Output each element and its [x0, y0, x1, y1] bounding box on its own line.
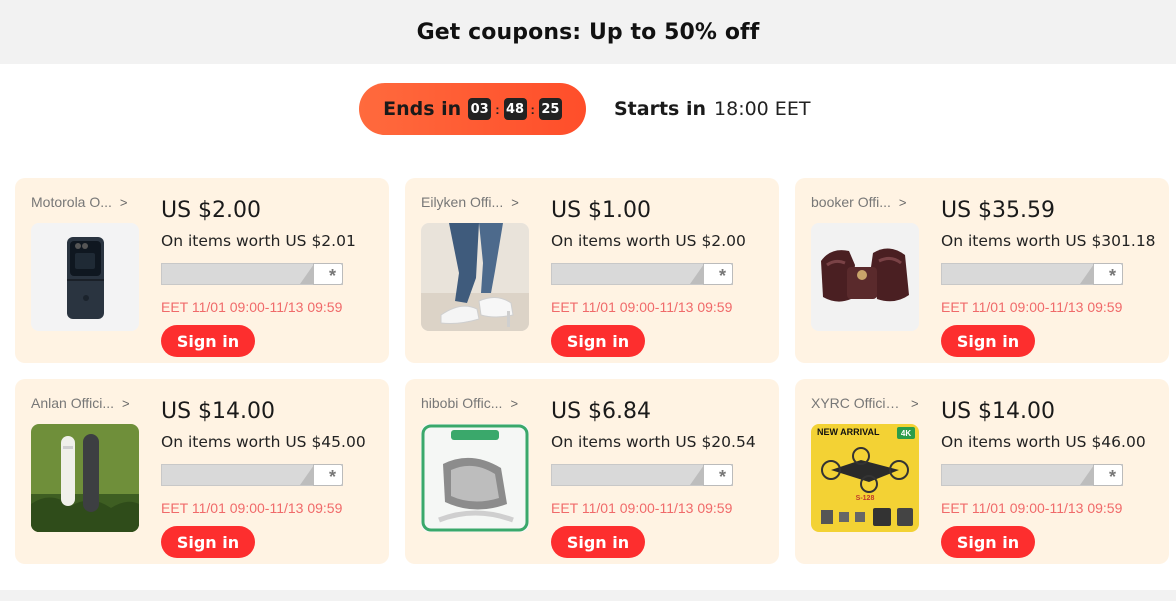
header-bar: Get coupons: Up to 50% off [0, 0, 1176, 64]
coupon-condition: On items worth US $2.00 [551, 232, 746, 250]
sign-in-button[interactable]: Sign in [941, 526, 1035, 558]
store-link[interactable]: booker Offi... > [811, 194, 919, 210]
coupon-card: booker Offi... > US $35.59 On items wort… [795, 178, 1169, 363]
coupon-progress-bar: * [941, 464, 1123, 487]
coupon-validity: EET 11/01 09:00-11/13 09:59 [161, 299, 343, 315]
coupon-value: US $14.00 [161, 399, 276, 424]
drone-image[interactable]: NEW ARRIVAL 4K S-128 [811, 424, 919, 532]
coupon-condition: On items worth US $301.18 [941, 232, 1156, 250]
timer-row: Ends in 03 : 48 : 25 Starts in 18:00 EET [0, 83, 1176, 135]
store-link[interactable]: Eilyken Offi... > [421, 194, 529, 210]
coupon-tag-end: * [300, 464, 343, 487]
coupon-tag-end: * [690, 464, 733, 487]
store-name: Motorola O... [31, 194, 112, 210]
chevron-right-icon: > [511, 194, 519, 210]
chevron-right-icon: > [122, 395, 130, 411]
coupon-tag-end: * [690, 263, 733, 286]
asterisk-icon: * [328, 467, 336, 487]
coupon-card: XYRC Officia... > NEW ARRIVAL 4K S-128 U… [795, 379, 1169, 564]
page-title: Get coupons: Up to 50% off [416, 19, 760, 45]
coupon-card: Motorola O... > US $2.00 On items worth … [15, 178, 389, 363]
timer-separator: : [530, 101, 535, 117]
coupon-condition: On items worth US $46.00 [941, 433, 1146, 451]
coupon-card: hibobi Offic... > US $6.84 On items wort… [405, 379, 779, 564]
coupon-value: US $1.00 [551, 198, 652, 223]
coupon-value: US $14.00 [941, 399, 1056, 424]
store-name: XYRC Officia... [811, 395, 903, 411]
drone-new-arrival-text: NEW ARRIVAL [817, 427, 880, 437]
store-link[interactable]: Motorola O... > [31, 194, 139, 210]
timer-seconds: 25 [538, 98, 562, 120]
coupon-validity: EET 11/01 09:00-11/13 09:59 [941, 299, 1123, 315]
coupon-value: US $2.00 [161, 198, 262, 223]
asterisk-icon: * [1108, 467, 1116, 487]
ends-in-pill[interactable]: Ends in 03 : 48 : 25 [359, 83, 586, 135]
sign-in-button[interactable]: Sign in [161, 526, 255, 558]
baby-rocker-image[interactable] [421, 424, 529, 532]
store-name: hibobi Offic... [421, 395, 503, 411]
coupon-progress-bar: * [161, 464, 343, 487]
chevron-right-icon: > [911, 395, 919, 411]
drone-4k-badge: 4K [901, 429, 911, 438]
drone-model-text: S-128 [856, 495, 875, 502]
sign-in-button[interactable]: Sign in [551, 526, 645, 558]
sign-in-button[interactable]: Sign in [941, 325, 1035, 357]
coupon-condition: On items worth US $20.54 [551, 433, 756, 451]
starts-in-label: Starts in [614, 98, 707, 120]
coupon-validity: EET 11/01 09:00-11/13 09:59 [941, 500, 1123, 516]
coupon-validity: EET 11/01 09:00-11/13 09:59 [551, 299, 733, 315]
coupon-condition: On items worth US $45.00 [161, 433, 366, 451]
coupon-condition: On items worth US $2.01 [161, 232, 356, 250]
coupon-tag-end: * [300, 263, 343, 286]
store-link[interactable]: hibobi Offic... > [421, 395, 529, 411]
starts-in-tab[interactable]: Starts in 18:00 EET [614, 83, 810, 135]
timer-separator: : [495, 101, 500, 117]
coupon-progress-bar: * [551, 263, 733, 286]
coupon-card: Anlan Offici... > US $14.00 On items wor… [15, 379, 389, 564]
hair-device-image[interactable] [31, 424, 139, 532]
ends-in-label: Ends in [383, 98, 462, 120]
store-link[interactable]: XYRC Officia... > [811, 395, 919, 411]
sign-in-button[interactable]: Sign in [551, 325, 645, 357]
store-name: booker Offi... [811, 194, 891, 210]
store-link[interactable]: Anlan Offici... > [31, 395, 139, 411]
asterisk-icon: * [718, 467, 726, 487]
chevron-right-icon: > [119, 194, 128, 210]
coupon-value: US $6.84 [551, 399, 652, 424]
coupon-validity: EET 11/01 09:00-11/13 09:59 [161, 500, 343, 516]
coupon-progress-bar: * [161, 263, 343, 286]
bottom-divider [0, 590, 1176, 601]
store-name: Anlan Offici... [31, 395, 115, 411]
coupon-card: Eilyken Offi... > US $1.00 On items wort… [405, 178, 779, 363]
coupon-tag-end: * [1080, 263, 1123, 286]
chevron-right-icon: > [898, 194, 907, 210]
coupon-progress-bar: * [941, 263, 1123, 286]
asterisk-icon: * [718, 266, 726, 286]
sign-in-button[interactable]: Sign in [161, 325, 255, 357]
asterisk-icon: * [328, 266, 336, 286]
coupon-value: US $35.59 [941, 198, 1056, 223]
store-name: Eilyken Offi... [421, 194, 504, 210]
coupon-progress-bar: * [551, 464, 733, 487]
asterisk-icon: * [1108, 266, 1116, 286]
timer-hours: 03 [468, 98, 492, 120]
foot-massager-image[interactable] [811, 223, 919, 331]
starts-in-time: 18:00 EET [714, 98, 811, 120]
phone-image[interactable] [31, 223, 139, 331]
timer-minutes: 48 [503, 98, 527, 120]
coupon-tag-end: * [1080, 464, 1123, 487]
sandal-image[interactable] [421, 223, 529, 331]
coupon-validity: EET 11/01 09:00-11/13 09:59 [551, 500, 733, 516]
chevron-right-icon: > [510, 395, 519, 411]
